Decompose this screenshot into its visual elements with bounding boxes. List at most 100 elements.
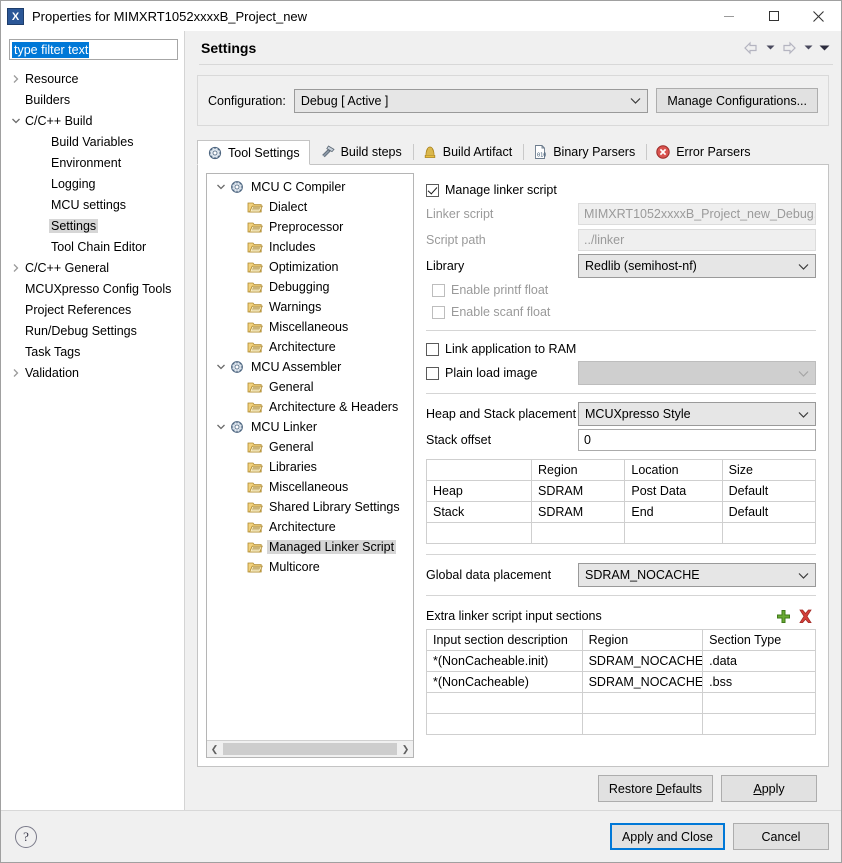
tool-tree-item-managed-linker-script[interactable]: Managed Linker Script — [207, 537, 413, 557]
tool-tree-item-architecture-headers[interactable]: Architecture & Headers — [207, 397, 413, 417]
enable-printf-float-checkbox[interactable] — [432, 283, 445, 297]
tab-tool-settings[interactable]: Tool Settings — [197, 140, 310, 165]
global-data-placement-select[interactable]: SDRAM_NOCACHE — [578, 563, 816, 587]
sidebar-item-environment[interactable]: Environment — [1, 152, 184, 173]
sidebar-item-validation[interactable]: Validation — [1, 362, 184, 383]
view-menu-icon[interactable] — [817, 37, 831, 59]
configuration-select[interactable]: Debug [ Active ] — [293, 88, 649, 113]
tool-tree-item-optimization[interactable]: Optimization — [207, 257, 413, 277]
add-icon[interactable] — [772, 606, 794, 626]
plain-load-image-checkbox[interactable] — [426, 366, 439, 380]
sidebar-item-mcu-settings[interactable]: MCU settings — [1, 194, 184, 215]
apply-and-close-button[interactable]: Apply and Close — [609, 823, 725, 850]
close-icon[interactable] — [796, 1, 841, 31]
table-row[interactable]: Stack SDRAM End Default — [425, 501, 817, 523]
tool-tree-item-architecture[interactable]: Architecture — [207, 517, 413, 537]
chevron-down-icon[interactable] — [213, 417, 229, 437]
link-to-ram-row[interactable]: Link application to RAM — [426, 338, 816, 360]
tool-tree-hscrollbar[interactable]: ❮ ❯ — [207, 740, 413, 757]
chevron-right-icon[interactable] — [9, 68, 23, 89]
table-row[interactable]: Heap SDRAM Post Data Default — [425, 480, 817, 502]
tool-tree-item-general[interactable]: General — [207, 437, 413, 457]
tool-tree-item-mcu-c-compiler[interactable]: MCU C Compiler — [207, 177, 413, 197]
table-row[interactable] — [426, 692, 816, 714]
heap-stack-table[interactable]: Region Location Size Heap SDRAM Post Data Def… — [425, 459, 817, 544]
manage-linker-script-checkbox[interactable] — [426, 183, 439, 197]
table-row[interactable]: *(NonCacheable.init) SDRAM_NOCACHE .data — [426, 650, 816, 672]
help-icon[interactable]: ? — [15, 825, 37, 848]
managed-linker-script-options: Manage linker script Linker script MIMXR… — [414, 173, 820, 758]
search-input[interactable]: type filter text — [9, 39, 178, 60]
sidebar-item-task-tags[interactable]: Task Tags — [1, 341, 184, 362]
table-cell — [531, 522, 626, 544]
script-path-row: Script path ../linker — [426, 227, 816, 253]
linker-script-field: MIMXRT1052xxxxB_Project_new_Debug.ld — [578, 203, 816, 225]
tab-error-parsers[interactable]: Error Parsers — [645, 139, 760, 164]
tool-tree-item-includes[interactable]: Includes — [207, 237, 413, 257]
link-to-ram-checkbox[interactable] — [426, 342, 439, 356]
tool-tree-item-mcu-linker[interactable]: MCU Linker — [207, 417, 413, 437]
sidebar-item-builders[interactable]: Builders — [1, 89, 184, 110]
remove-icon[interactable] — [794, 606, 816, 626]
tool-tree-item-mcu-assembler[interactable]: MCU Assembler — [207, 357, 413, 377]
tool-tree-item-debugging[interactable]: Debugging — [207, 277, 413, 297]
table-row[interactable] — [426, 713, 816, 735]
tool-tree-item-general[interactable]: General — [207, 377, 413, 397]
library-select[interactable]: Redlib (semihost-nf) — [578, 254, 816, 278]
chevron-down-icon[interactable] — [213, 177, 229, 197]
apply-button[interactable]: Apply — [721, 775, 817, 802]
tool-tree-item-preprocessor[interactable]: Preprocessor — [207, 217, 413, 237]
chevron-down-icon[interactable] — [213, 357, 229, 377]
sidebar-item-label: MCU settings — [51, 197, 127, 212]
enable-printf-float-row[interactable]: Enable printf float — [426, 279, 816, 301]
tool-tree-item-miscellaneous[interactable]: Miscellaneous — [207, 477, 413, 497]
sidebar-item-run-debug-settings[interactable]: Run/Debug Settings — [1, 320, 184, 341]
chevron-right-icon[interactable] — [9, 362, 23, 383]
tool-tree-item-warnings[interactable]: Warnings — [207, 297, 413, 317]
tab-binary-parsers[interactable]: 010 Binary Parsers — [522, 139, 645, 164]
heap-stack-placement-select[interactable]: MCUXpresso Style — [578, 402, 816, 426]
forward-dropdown-icon[interactable] — [801, 37, 815, 59]
scroll-right-icon[interactable]: ❯ — [398, 741, 413, 757]
sidebar-item-tool-chain-editor[interactable]: Tool Chain Editor — [1, 236, 184, 257]
sidebar-item-logging[interactable]: Logging — [1, 173, 184, 194]
extra-sections-table[interactable]: Input section description Region Section T… — [426, 629, 816, 735]
sidebar-item-c-c-general[interactable]: C/C++ General — [1, 257, 184, 278]
tab-build-steps[interactable]: Build steps — [310, 139, 412, 164]
sidebar-item-build-variables[interactable]: Build Variables — [1, 131, 184, 152]
cancel-button[interactable]: Cancel — [733, 823, 829, 850]
forward-arrow-icon[interactable] — [779, 37, 799, 59]
tab-build-artifact[interactable]: Build Artifact — [412, 139, 522, 164]
sidebar-item-resource[interactable]: Resource — [1, 68, 184, 89]
manage-configurations-button[interactable]: Manage Configurations... — [656, 88, 818, 113]
tool-tree-item-libraries[interactable]: Libraries — [207, 457, 413, 477]
table-row[interactable] — [425, 522, 817, 544]
sidebar-item-project-references[interactable]: Project References — [1, 299, 184, 320]
chevron-right-icon[interactable] — [9, 257, 23, 278]
enable-scanf-float-checkbox[interactable] — [432, 305, 445, 319]
tool-tree-item-label: MCU C Compiler — [251, 180, 346, 194]
scroll-left-icon[interactable]: ❮ — [207, 741, 222, 757]
tool-tree-item-dialect[interactable]: Dialect — [207, 197, 413, 217]
sidebar-item-mcuxpresso-config-tools[interactable]: MCUXpresso Config Tools — [1, 278, 184, 299]
tool-tree-item-multicore[interactable]: Multicore — [207, 557, 413, 577]
sidebar-item-c-c-build[interactable]: C/C++ Build — [1, 110, 184, 131]
tool-tree-item-label: Debugging — [269, 280, 330, 294]
stack-offset-input[interactable]: 0 — [578, 429, 816, 451]
chevron-down-icon[interactable] — [9, 110, 23, 131]
linker-script-row: Linker script MIMXRT1052xxxxB_Project_ne… — [426, 201, 816, 227]
manage-linker-script-row[interactable]: Manage linker script — [426, 179, 816, 201]
restore-defaults-button[interactable]: Restore Defaults — [597, 775, 713, 802]
minimize-icon[interactable] — [706, 1, 751, 31]
sidebar-item-settings[interactable]: Settings — [1, 215, 184, 236]
back-arrow-icon[interactable] — [741, 37, 761, 59]
tool-tree-item-shared-library-settings[interactable]: Shared Library Settings — [207, 497, 413, 517]
maximize-icon[interactable] — [751, 1, 796, 31]
table-row[interactable]: *(NonCacheable) SDRAM_NOCACHE .bss — [426, 671, 816, 693]
tool-tree-item-architecture[interactable]: Architecture — [207, 337, 413, 357]
tool-tree-item-miscellaneous[interactable]: Miscellaneous — [207, 317, 413, 337]
back-dropdown-icon[interactable] — [763, 37, 777, 59]
scrollbar-thumb[interactable] — [223, 743, 397, 755]
column-header: Input section description — [426, 629, 583, 651]
enable-scanf-float-row[interactable]: Enable scanf float — [426, 301, 816, 323]
